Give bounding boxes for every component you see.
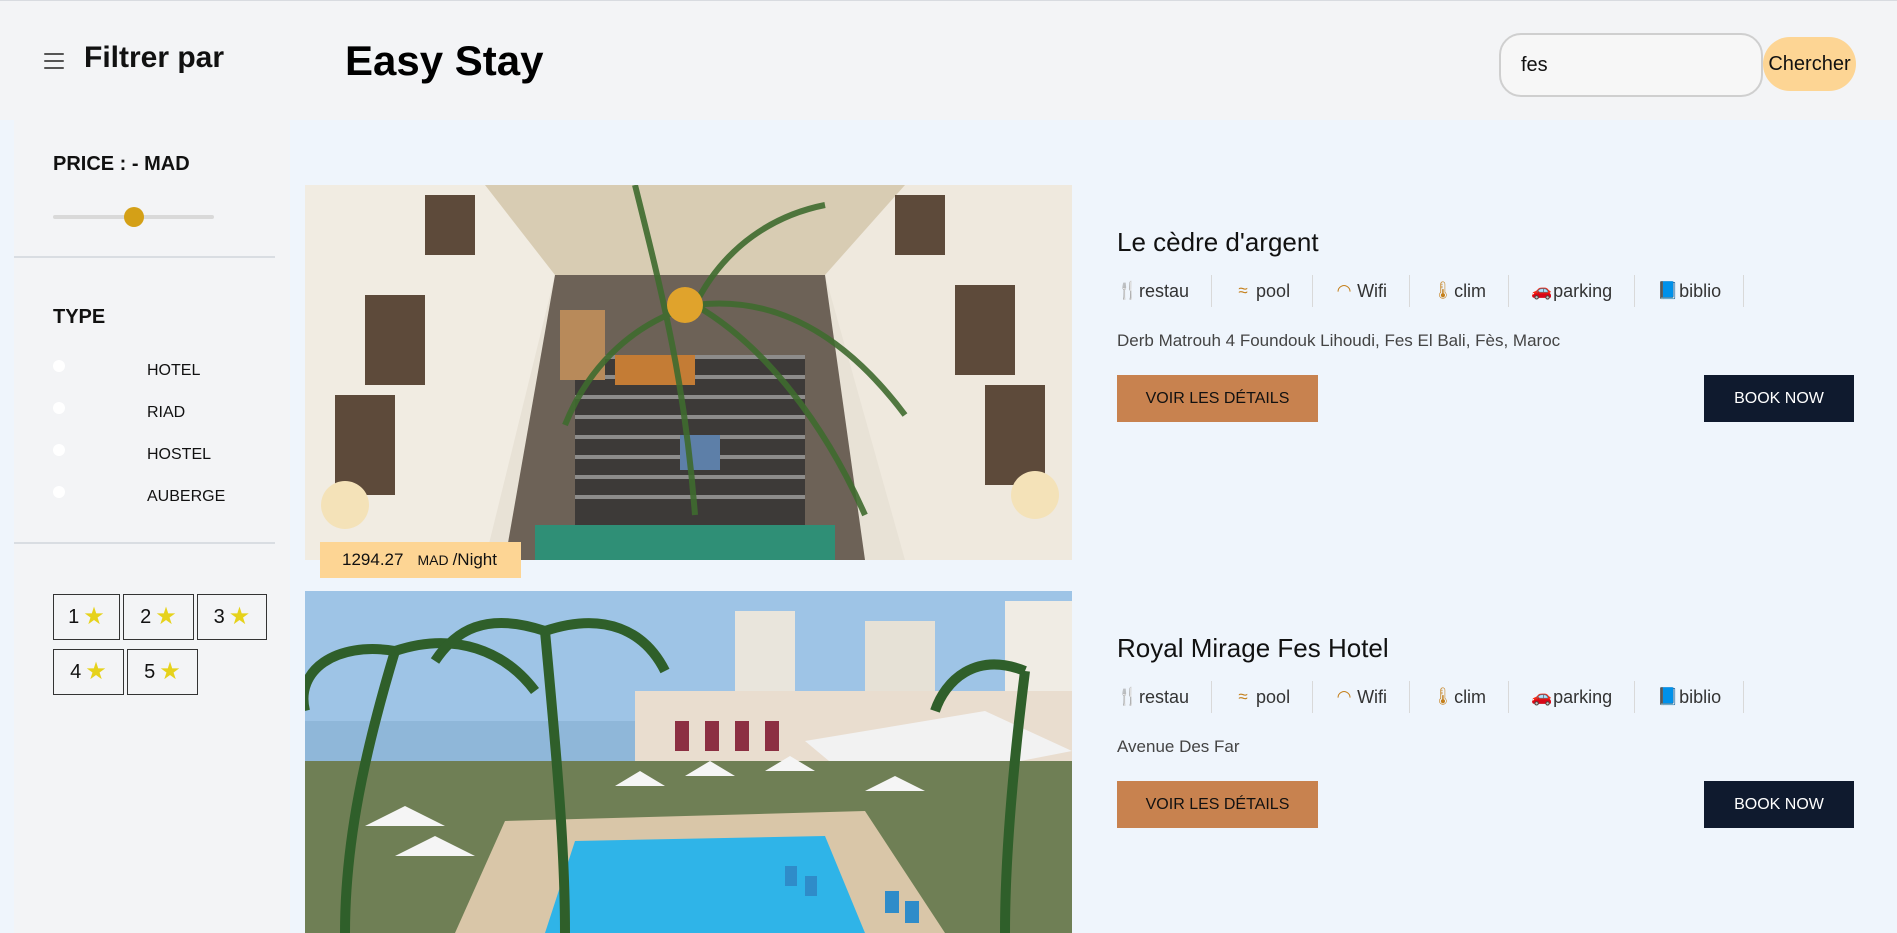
fork-knife-icon: 🍴: [1117, 687, 1139, 706]
hotel-address: Avenue Des Far: [1117, 737, 1240, 756]
type-option-label: RIAD: [147, 404, 186, 421]
type-option-hotel[interactable]: HOTEL: [53, 358, 253, 382]
amenity-parking: 🚗 parking: [1509, 681, 1636, 713]
amenity-label: parking: [1553, 280, 1613, 301]
star-count: 5: [144, 660, 156, 683]
amenity-label: biblio: [1679, 686, 1722, 707]
type-option-riad[interactable]: RIAD: [53, 400, 253, 424]
star-filter-4[interactable]: 4 ★: [53, 649, 124, 695]
hotel-photo-riad-courtyard[interactable]: [305, 185, 1072, 560]
amenity-pool: ≈ pool: [1212, 681, 1314, 713]
swimmer-icon: ≈: [1238, 281, 1248, 300]
star-icon: ★: [85, 658, 107, 685]
swimmer-icon: ≈: [1238, 687, 1248, 706]
radio-button[interactable]: [53, 444, 65, 456]
price-label: PRICE : - MAD: [53, 153, 190, 175]
amenity-label: restau: [1139, 280, 1190, 301]
hotel-address: Derb Matrouh 4 Foundouk Lihoudi, Fes El …: [1117, 331, 1561, 350]
star-icon: ★: [83, 603, 105, 630]
star-filter-2[interactable]: 2 ★: [123, 594, 194, 640]
star-filter-1[interactable]: 1 ★: [53, 594, 120, 640]
amenity-parking: 🚗 parking: [1509, 275, 1636, 307]
amenity-wifi: ◠ Wifi: [1313, 275, 1411, 307]
star-count: 1: [68, 605, 80, 628]
star-count: 4: [70, 660, 82, 683]
hamburger-menu-icon[interactable]: [44, 53, 64, 69]
book-icon: 📘: [1657, 281, 1679, 300]
book-now-button[interactable]: BOOK NOW: [1704, 781, 1854, 828]
amenity-label: biblio: [1679, 280, 1722, 301]
star-icon: ★: [159, 658, 181, 685]
price-value: 1294.27: [342, 550, 404, 569]
radio-button[interactable]: [53, 486, 65, 498]
fork-knife-icon: 🍴: [1117, 281, 1139, 300]
amenity-label: Wifi: [1357, 280, 1388, 301]
amenity-label: clim: [1454, 686, 1487, 707]
amenities-list: 🍴 restau ≈ pool ◠ Wifi 🌡 clim 🚗 parking 📘 bibl…: [1117, 681, 1745, 713]
amenity-restau: 🍴 restau: [1117, 681, 1213, 713]
type-option-label: HOSTEL: [147, 446, 212, 463]
amenity-wifi: ◠ Wifi: [1313, 681, 1411, 713]
car-icon: 🚗: [1531, 687, 1553, 706]
amenities-list: 🍴 restau ≈ pool ◠ Wifi 🌡 clim 🚗 parking 📘 bibl…: [1117, 275, 1745, 307]
amenity-label: pool: [1256, 686, 1291, 707]
amenity-clim: 🌡 clim: [1410, 681, 1510, 713]
hotel-name[interactable]: Le cèdre d'argent: [1117, 227, 1319, 258]
search-input[interactable]: [1499, 33, 1763, 97]
star-icon: ★: [228, 603, 251, 630]
filter-sidebar: PRICE : - MAD TYPE HOTEL RIAD HOSTEL AUB…: [14, 120, 290, 933]
thermometer-icon: 🌡: [1432, 281, 1454, 300]
amenity-label: parking: [1553, 686, 1613, 707]
star-count: 3: [213, 605, 225, 628]
thermometer-icon: 🌡: [1432, 687, 1454, 706]
divider: [14, 542, 275, 544]
amenity-clim: 🌡 clim: [1410, 275, 1510, 307]
hotel-name[interactable]: Royal Mirage Fes Hotel: [1117, 633, 1389, 664]
wifi-icon: ◠: [1336, 281, 1352, 300]
type-option-hostel[interactable]: HOSTEL: [53, 442, 253, 466]
amenity-label: pool: [1256, 280, 1291, 301]
type-label: TYPE: [53, 306, 106, 328]
amenity-biblio: 📘 biblio: [1635, 275, 1745, 307]
star-icon: ★: [155, 603, 177, 630]
brand-logo[interactable]: Easy Stay: [345, 37, 543, 85]
view-details-button[interactable]: VOIR LES DÉTAILS: [1117, 375, 1318, 422]
price-slider-thumb[interactable]: [123, 207, 144, 227]
divider: [14, 256, 275, 258]
hotel-card: 1294.27 MAD /Night Le cèdre d'argent 🍴 re…: [305, 185, 1875, 578]
type-option-label: HOTEL: [147, 362, 201, 379]
type-option-auberge[interactable]: AUBERGE: [53, 484, 253, 508]
car-icon: 🚗: [1531, 281, 1553, 300]
star-filter-5[interactable]: 5 ★: [127, 649, 198, 695]
price-currency: MAD: [417, 552, 449, 568]
hotel-card: Royal Mirage Fes Hotel 🍴 restau ≈ pool ◠ Wi…: [305, 591, 1875, 933]
filter-title: Filtrer par: [84, 41, 225, 74]
star-filter-3[interactable]: 3 ★: [197, 594, 267, 640]
amenity-pool: ≈ pool: [1212, 275, 1314, 307]
amenity-label: clim: [1454, 280, 1487, 301]
view-details-button[interactable]: VOIR LES DÉTAILS: [1117, 781, 1318, 828]
price-slider[interactable]: [53, 207, 214, 227]
wifi-icon: ◠: [1336, 687, 1352, 706]
book-icon: 📘: [1657, 687, 1679, 706]
star-count: 2: [140, 605, 152, 628]
book-now-button[interactable]: BOOK NOW: [1704, 375, 1854, 422]
hotel-photo-pool[interactable]: [305, 591, 1072, 933]
type-option-label: AUBERGE: [147, 488, 226, 505]
amenity-label: Wifi: [1357, 686, 1388, 707]
price-per-night: /Night: [452, 550, 497, 569]
radio-button[interactable]: [53, 402, 65, 414]
amenity-biblio: 📘 biblio: [1635, 681, 1745, 713]
search-button[interactable]: Chercher: [1763, 37, 1856, 91]
amenity-label: restau: [1139, 686, 1190, 707]
amenity-restau: 🍴 restau: [1117, 275, 1213, 307]
price-tag: 1294.27 MAD /Night: [320, 542, 521, 578]
top-header: Filtrer par Easy Stay Chercher: [0, 0, 1897, 120]
radio-button[interactable]: [53, 360, 65, 372]
